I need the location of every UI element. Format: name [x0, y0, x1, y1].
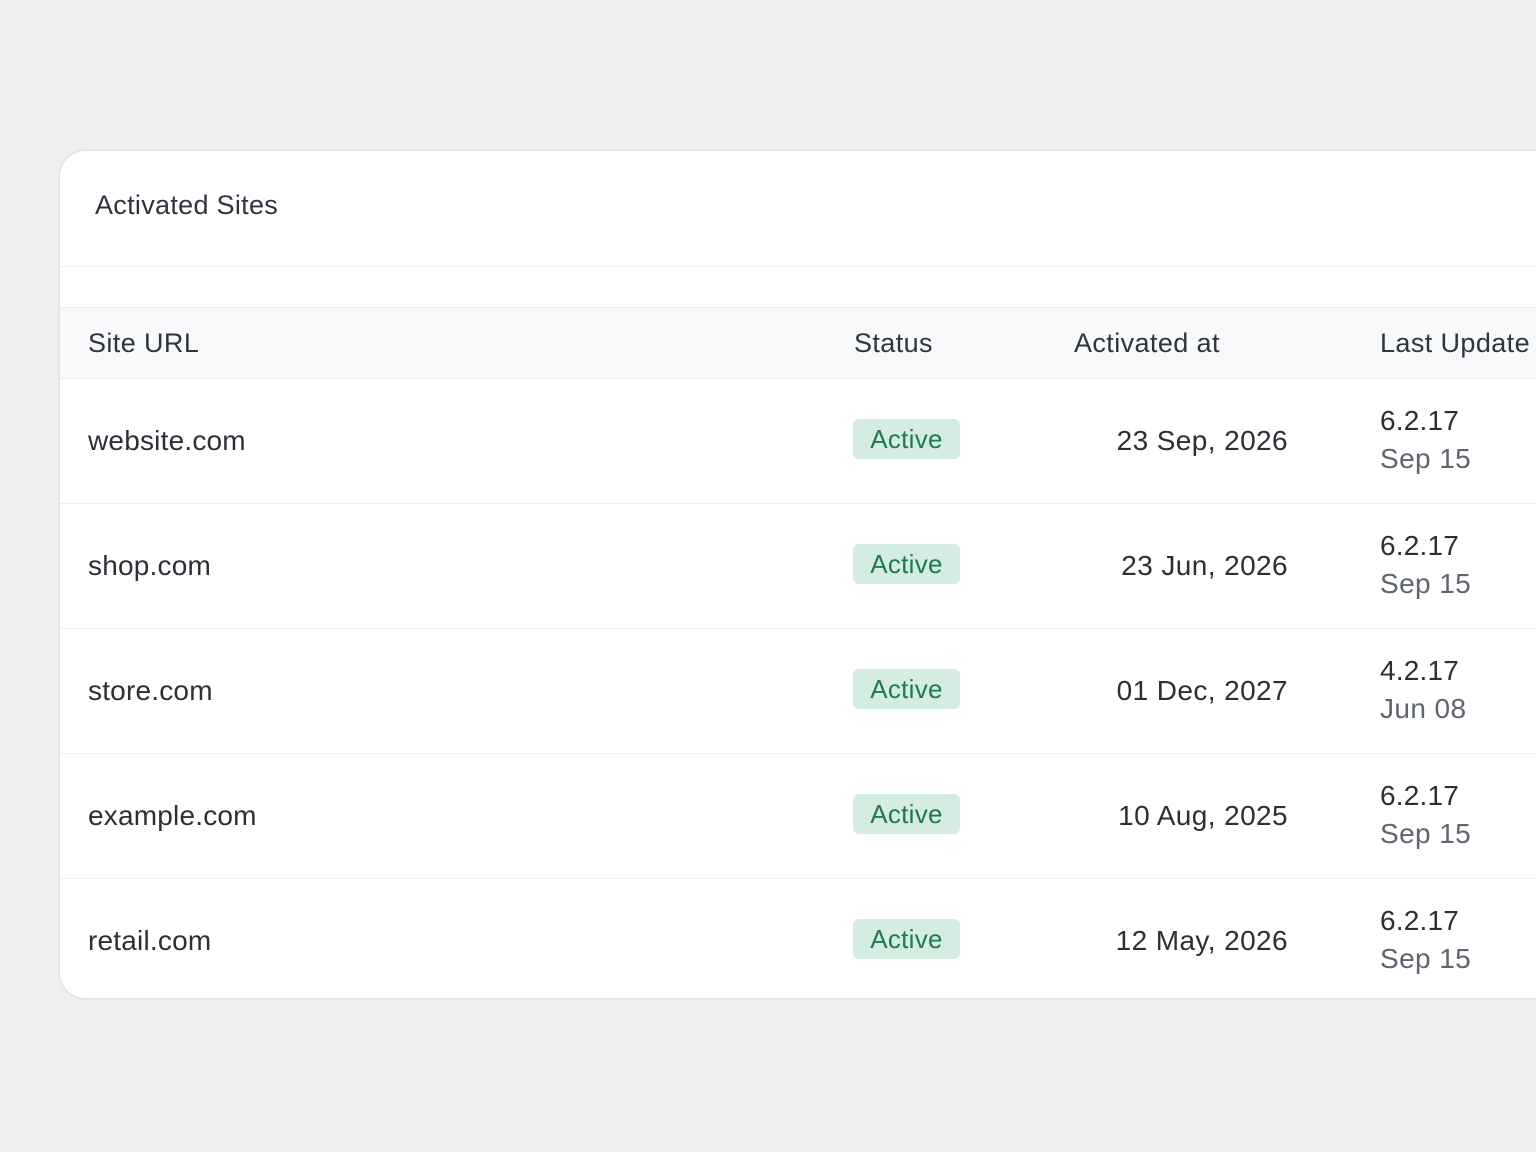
last-update-date: Sep 15	[1380, 443, 1472, 474]
activated-at-cell: 01 Dec, 2027	[1116, 675, 1288, 706]
activated-at-cell: 12 May, 2026	[1115, 925, 1288, 956]
last-update-date: Sep 15	[1380, 568, 1472, 599]
column-header-activated-at[interactable]: Activated at	[1074, 308, 1220, 378]
table-row[interactable]: store.com Active 01 Dec, 2027 4.2.17 Jun…	[60, 629, 1536, 754]
site-url-cell[interactable]: store.com	[88, 629, 213, 753]
table-row[interactable]: retail.com Active 12 May, 2026 6.2.17 Se…	[60, 879, 1536, 998]
site-url-cell[interactable]: website.com	[88, 379, 246, 503]
last-update-date: Sep 15	[1380, 818, 1472, 849]
card-spacer	[60, 267, 1536, 307]
card-header: Activated Sites	[60, 151, 1536, 267]
last-update-version: 4.2.17	[1380, 655, 1460, 686]
last-update-date: Jun 08	[1380, 693, 1467, 724]
column-header-status[interactable]: Status	[854, 308, 933, 378]
status-badge: Active	[853, 919, 960, 959]
status-badge: Active	[853, 544, 960, 584]
site-url-cell[interactable]: retail.com	[88, 879, 211, 998]
table-row[interactable]: shop.com Active 23 Jun, 2026 6.2.17 Sep …	[60, 504, 1536, 629]
column-header-last-update[interactable]: Last Update	[1380, 308, 1530, 378]
activated-sites-card: Activated Sites Site URL Status Activate…	[58, 149, 1536, 1000]
activated-at-cell: 23 Jun, 2026	[1121, 550, 1288, 581]
last-update-version: 6.2.17	[1380, 905, 1460, 936]
table-row[interactable]: website.com Active 23 Sep, 2026 6.2.17 S…	[60, 379, 1536, 504]
last-update-date: Sep 15	[1380, 943, 1472, 974]
last-update-version: 6.2.17	[1380, 405, 1460, 436]
activated-at-cell: 10 Aug, 2025	[1118, 800, 1288, 831]
site-url-cell[interactable]: shop.com	[88, 504, 211, 628]
table-header-row: Site URL Status Activated at Last Update	[60, 307, 1536, 379]
table-row[interactable]: example.com Active 10 Aug, 2025 6.2.17 S…	[60, 754, 1536, 879]
status-badge: Active	[853, 669, 960, 709]
activated-at-cell: 23 Sep, 2026	[1116, 425, 1288, 456]
site-url-cell[interactable]: example.com	[88, 754, 257, 878]
column-header-site-url[interactable]: Site URL	[88, 308, 199, 378]
activated-sites-table: Site URL Status Activated at Last Update…	[60, 307, 1536, 998]
status-badge: Active	[853, 419, 960, 459]
card-title: Activated Sites	[95, 190, 279, 220]
last-update-version: 6.2.17	[1380, 780, 1460, 811]
status-badge: Active	[853, 794, 960, 834]
last-update-version: 6.2.17	[1380, 530, 1460, 561]
